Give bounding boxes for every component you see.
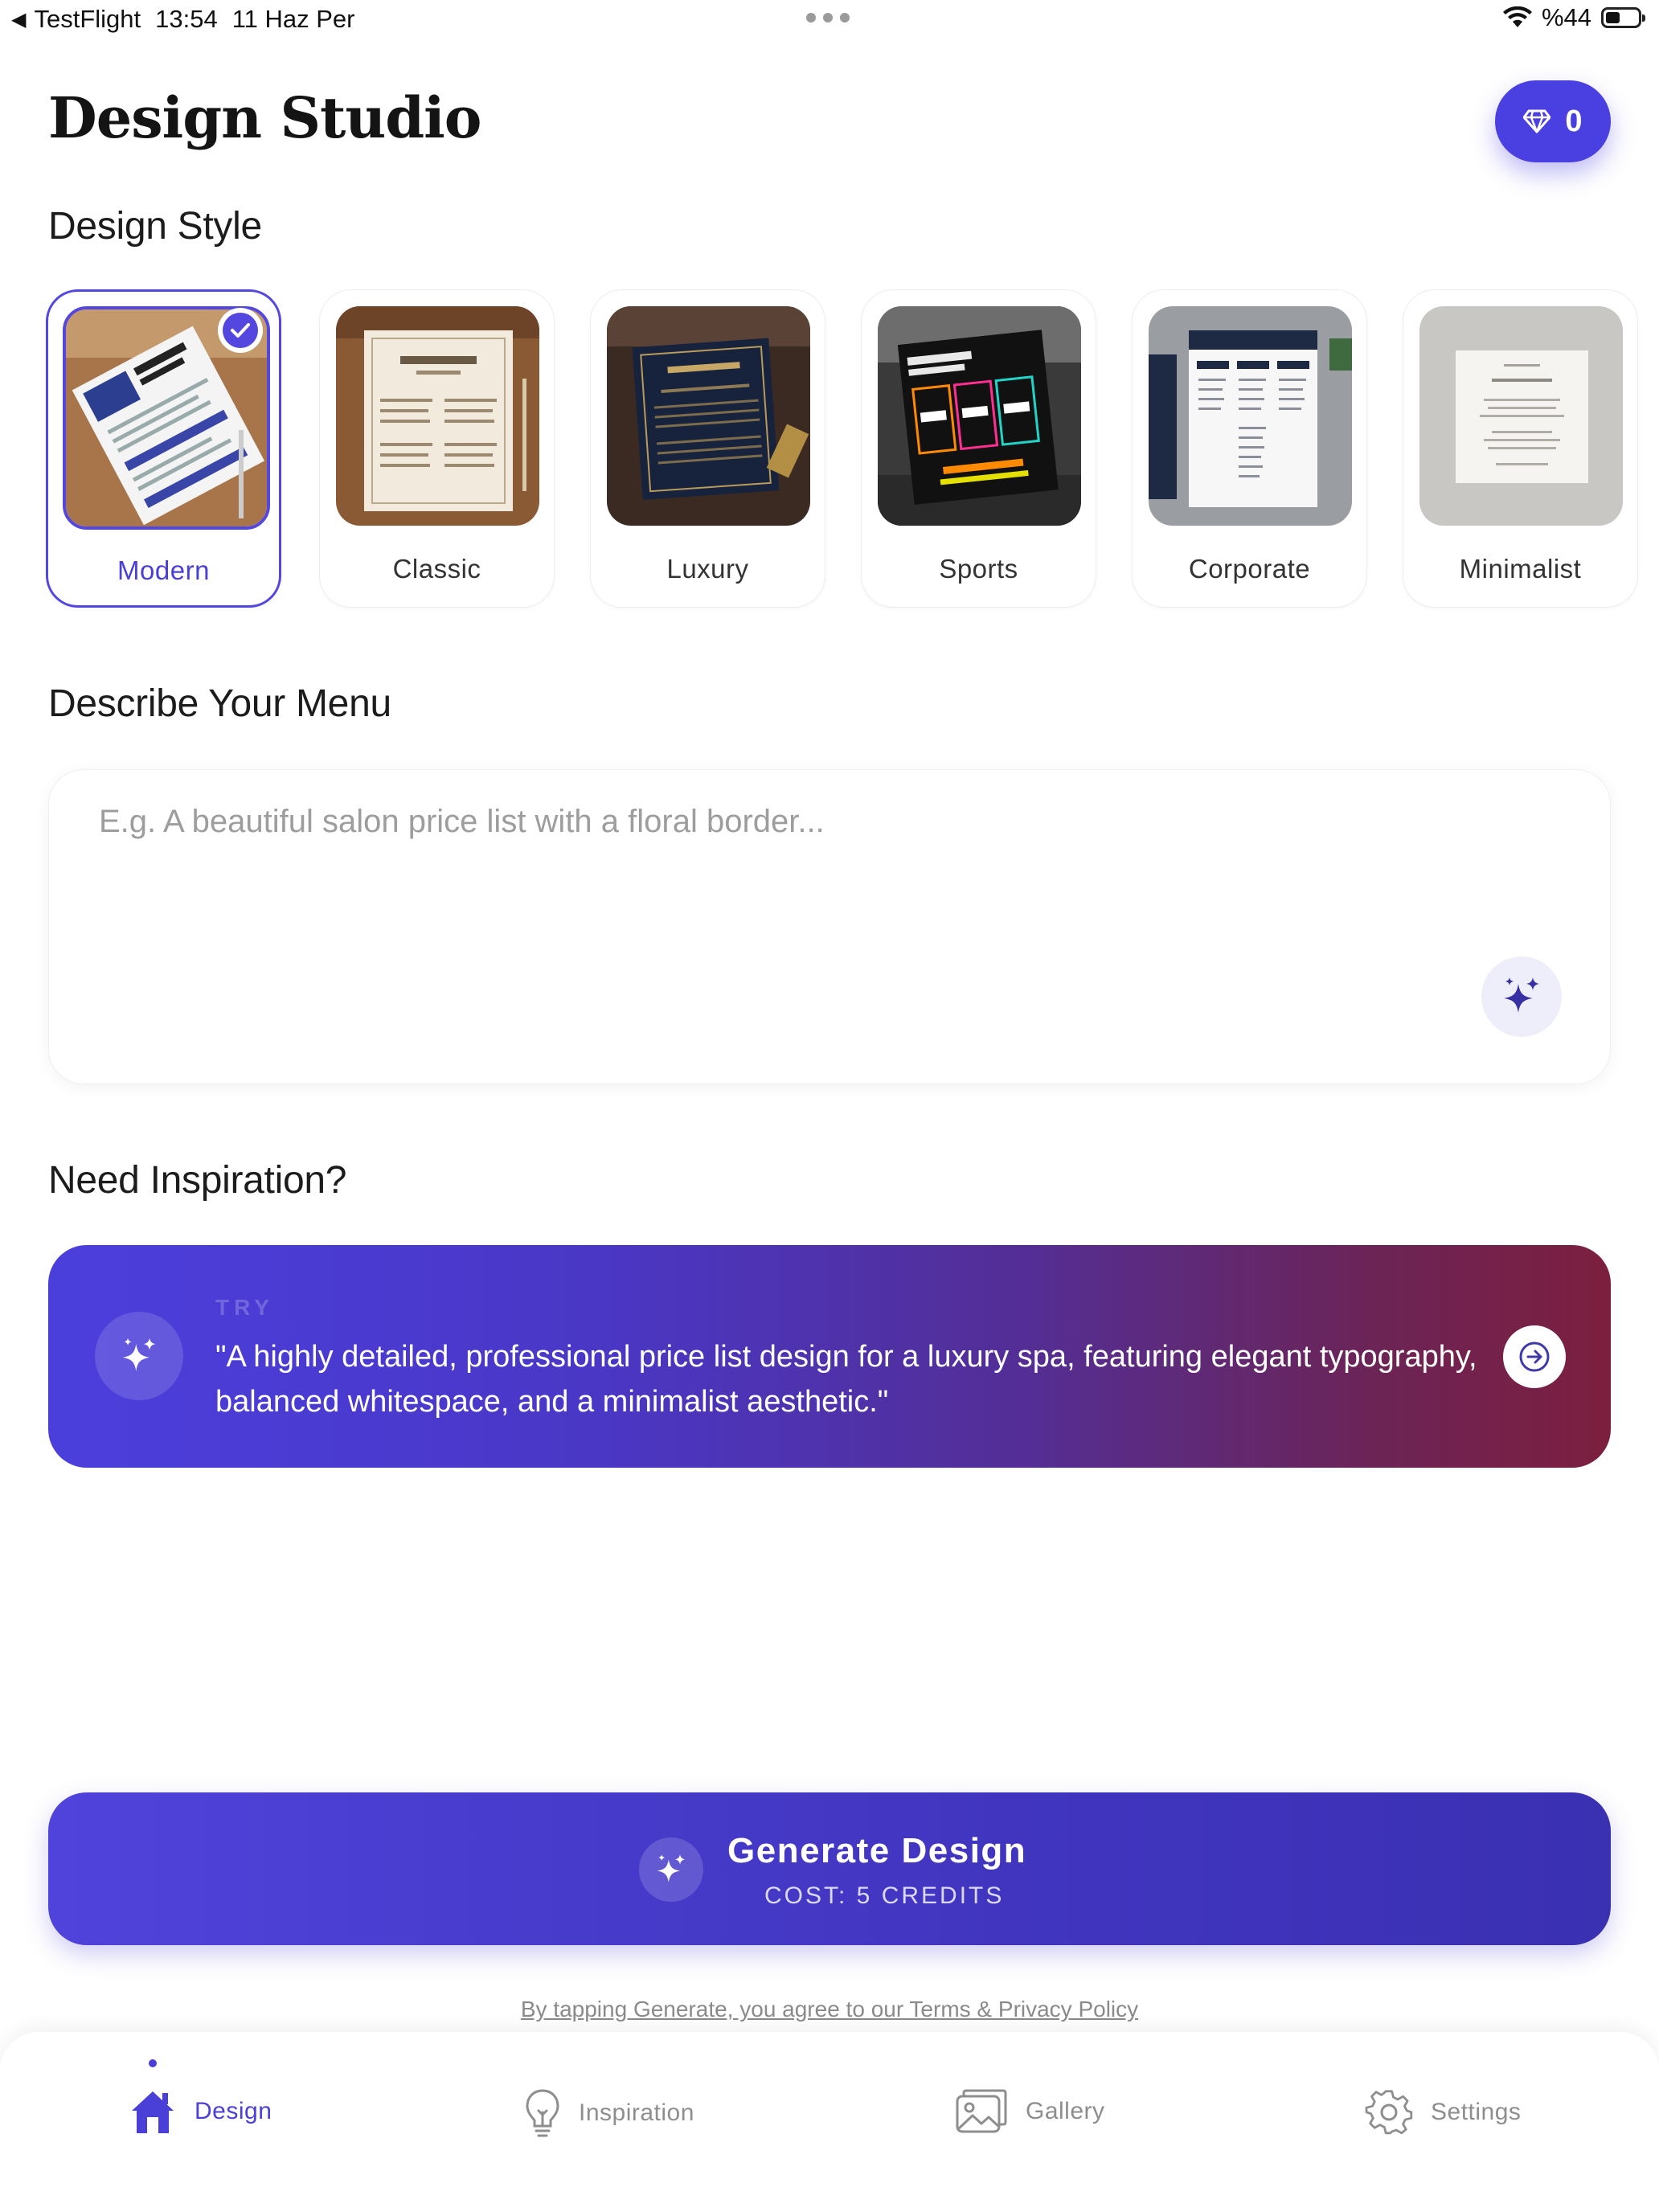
style-thumbnail-luxury	[607, 306, 810, 526]
selected-check-icon	[218, 308, 263, 353]
style-label: Modern	[117, 555, 210, 585]
style-thumbnail-minimalist	[1419, 306, 1623, 526]
diamond-icon	[1523, 109, 1551, 133]
page-title: Design Studio	[48, 84, 481, 151]
style-card-corporate[interactable]: Corporate	[1132, 289, 1367, 608]
gear-icon	[1365, 2090, 1413, 2135]
arrow-right-icon	[1519, 1342, 1550, 1372]
tab-label: Inspiration	[579, 2099, 694, 2126]
inspiration-heading: Need Inspiration?	[48, 1159, 347, 1202]
enhance-prompt-button[interactable]	[1481, 956, 1562, 1037]
inspiration-banner[interactable]: TRY "A highly detailed, professional pri…	[48, 1245, 1611, 1468]
generate-cost: COST: 5 CREDITS	[764, 1882, 1005, 1909]
style-label: Minimalist	[1459, 554, 1582, 584]
design-style-heading: Design Style	[48, 205, 262, 248]
style-thumbnail-sports	[878, 306, 1081, 526]
status-right: %44	[1502, 3, 1645, 32]
active-tab-indicator	[149, 2059, 157, 2067]
describe-heading: Describe Your Menu	[48, 682, 391, 725]
style-thumbnail-classic	[336, 306, 539, 526]
tab-bar: Design Inspiration Gallery Settings	[0, 2032, 1659, 2212]
generate-label: Generate Design	[727, 1831, 1027, 1870]
battery-icon	[1601, 7, 1645, 28]
style-card-sports[interactable]: Sports	[861, 289, 1096, 608]
credits-count: 0	[1565, 104, 1583, 138]
style-card-modern[interactable]: Modern	[46, 289, 281, 608]
wifi-icon	[1502, 6, 1532, 27]
multitasking-dots-icon[interactable]	[806, 13, 850, 23]
tab-inspiration[interactable]: Inspiration	[524, 2088, 694, 2138]
style-card-classic[interactable]: Classic	[319, 289, 555, 608]
style-label: Corporate	[1188, 554, 1311, 584]
style-card-minimalist[interactable]: Minimalist	[1403, 289, 1638, 608]
tab-gallery[interactable]: Gallery	[955, 2088, 1105, 2135]
credits-button[interactable]: 0	[1495, 80, 1611, 162]
menu-description-input[interactable]	[97, 802, 1467, 1014]
style-carousel[interactable]: Modern Classic Luxury Sports Corporate M…	[0, 289, 1659, 611]
use-prompt-button[interactable]	[1503, 1325, 1566, 1388]
sparkles-icon	[95, 1312, 183, 1400]
home-icon	[132, 2091, 174, 2133]
status-bar: ◀ TestFlight 13:54 11 Haz Per %44	[0, 0, 1659, 40]
status-time: 13:54	[155, 5, 218, 33]
status-date: 11 Haz Per	[231, 5, 355, 33]
tab-label: Design	[195, 2098, 272, 2124]
sparkles-icon	[1504, 977, 1539, 1013]
style-thumbnail-corporate	[1149, 306, 1352, 526]
style-card-luxury[interactable]: Luxury	[590, 289, 825, 608]
tab-settings[interactable]: Settings	[1365, 2088, 1521, 2136]
tab-label: Gallery	[1026, 2098, 1105, 2124]
inspiration-prompt: "A highly detailed, professional price l…	[215, 1340, 1477, 1419]
style-label: Classic	[392, 554, 481, 584]
lightbulb-icon	[526, 2089, 559, 2137]
back-arrow-icon[interactable]: ◀	[11, 8, 26, 31]
terms-privacy-link[interactable]: By tapping Generate, you agree to our Te…	[0, 1997, 1659, 2022]
describe-box	[48, 769, 1611, 1084]
generate-design-button[interactable]: Generate Design COST: 5 CREDITS	[48, 1792, 1611, 1945]
try-label: TRY	[215, 1295, 274, 1320]
tab-design[interactable]: Design	[129, 2088, 272, 2135]
sparkles-icon	[639, 1837, 703, 1902]
style-label: Luxury	[666, 554, 749, 584]
style-label: Sports	[939, 554, 1018, 584]
tab-label: Settings	[1431, 2099, 1522, 2125]
battery-percent: %44	[1541, 3, 1591, 31]
back-app-label[interactable]: TestFlight	[34, 5, 141, 34]
status-left: ◀ TestFlight 13:54 11 Haz Per	[11, 5, 355, 34]
gallery-icon	[956, 2089, 1007, 2133]
